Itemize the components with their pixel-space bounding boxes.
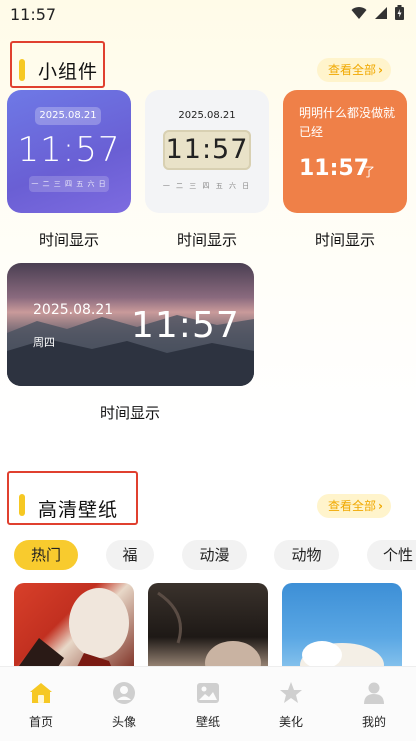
nav-label: 我的 — [361, 715, 386, 729]
widget-weekdays: 一 二 三 四 五 六 日 — [162, 182, 252, 190]
see-all-label: 查看全部 — [328, 499, 377, 513]
nav-label: 头像 — [111, 715, 136, 729]
widget-card-4[interactable]: 2025.08.21 周四 11:57 — [7, 263, 254, 386]
widget-card-3-label: 时间显示 — [314, 231, 375, 249]
widget-card-2[interactable]: 2025.08.21 11:57 一 二 三 四 五 六 日 — [145, 90, 269, 213]
nav-home[interactable]: 首页 — [11, 681, 71, 730]
avatar-icon — [113, 682, 135, 704]
person-icon — [364, 682, 384, 704]
wallpaper-title-bar — [19, 494, 25, 516]
wallpaper-thumbnail[interactable] — [14, 583, 134, 673]
wallpaper-thumbnail[interactable] — [282, 583, 402, 673]
nav-label: 美化 — [278, 715, 303, 729]
widget-quote: 明明什么都没做就已经 — [299, 106, 396, 139]
status-icons — [351, 5, 404, 20]
widget-weekdays: 一 二 三 四 五 六 日 — [29, 176, 109, 192]
wallpaper-art — [300, 641, 384, 673]
star-icon — [280, 682, 302, 703]
wallpaper-thumbnail[interactable] — [148, 583, 268, 673]
nav-beautify[interactable]: 美化 — [261, 681, 321, 730]
nav-label: 壁纸 — [195, 715, 220, 729]
wallpaper-title: 高清壁纸 — [38, 499, 119, 521]
widget-date: 2025.08.21 — [178, 110, 236, 121]
tab-fu[interactable]: 福 — [106, 540, 154, 570]
chevron-right-icon: › — [378, 499, 383, 513]
wallpaper-art — [157, 591, 261, 673]
widget-card-1[interactable]: 2025.08.21 11:57 一 二 三 四 五 六 日 — [7, 90, 131, 213]
signal-icon — [375, 6, 387, 19]
widget-card-3[interactable]: 明明什么都没做就已经 11:57 了 — [283, 90, 407, 213]
battery-icon — [395, 5, 404, 20]
widget-card-1-label: 时间显示 — [38, 231, 99, 249]
widget-time: 11:57 — [131, 305, 240, 346]
home-icon — [30, 683, 52, 703]
status-time: 11:57 — [10, 5, 57, 24]
widget-time: 11:57 — [163, 130, 251, 170]
widget-suffix: 了 — [363, 165, 376, 179]
see-all-label: 查看全部 — [328, 63, 377, 77]
widget-date: 2025.08.21 — [33, 302, 114, 318]
tab-personality[interactable]: 个性 — [367, 540, 416, 570]
chevron-right-icon: › — [378, 63, 383, 77]
tab-hot[interactable]: 热门 — [14, 540, 78, 570]
nav-label: 首页 — [28, 715, 53, 729]
widget-time: 11:57 — [299, 156, 370, 181]
wallpaper-see-all-button[interactable]: 查看全部 › — [317, 494, 391, 518]
widgets-see-all-button[interactable]: 查看全部 › — [317, 58, 391, 82]
tab-animals[interactable]: 动物 — [274, 540, 339, 570]
widgets-title: 小组件 — [38, 61, 99, 83]
widget-date: 2025.08.21 — [35, 107, 101, 125]
widget-card-2-label: 时间显示 — [176, 231, 237, 249]
widget-time: 11:57 — [17, 130, 121, 170]
image-icon — [197, 683, 219, 703]
wifi-icon — [351, 6, 367, 19]
widget-weekday: 周四 — [33, 336, 55, 349]
nav-wallpaper[interactable]: 壁纸 — [178, 681, 238, 730]
tab-anime[interactable]: 动漫 — [182, 540, 247, 570]
widget-card-4-label: 时间显示 — [99, 404, 160, 422]
wallpaper-art — [14, 588, 129, 673]
nav-profile[interactable]: 我的 — [344, 681, 404, 730]
widgets-title-bar — [19, 59, 25, 81]
bottom-nav: 首页 头像 壁纸 美化 我的 — [0, 666, 416, 741]
nav-avatar[interactable]: 头像 — [94, 681, 154, 730]
